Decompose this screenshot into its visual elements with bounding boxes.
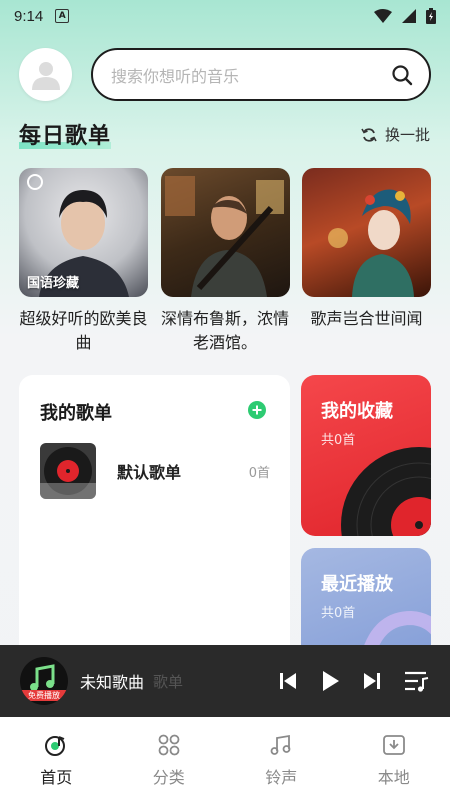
refresh-icon [361,127,377,142]
player-controls [278,670,430,692]
wifi-icon [374,9,392,23]
playlist-cover [160,168,290,297]
playlist-cover: 国语珍藏 [19,168,148,297]
nav-home[interactable]: 首页 [0,717,113,801]
nav-ringtone[interactable]: 铃声 [225,717,338,801]
refresh-button[interactable]: 换一批 [361,124,430,145]
status-icons [374,8,436,24]
local-download-icon [382,735,405,755]
player-song-title: 未知歌曲 [80,673,145,692]
avatar[interactable] [19,48,72,101]
play-icon[interactable] [320,670,340,692]
nav-label: 分类 [152,768,185,787]
bottom-nav: 首页 分类 铃声 本地 [0,717,450,801]
notification-badge: A [55,9,70,23]
home-music-icon [45,736,66,756]
my-playlists-title: 我的歌单 [40,403,112,424]
favorites-card[interactable]: 我的收藏 共0首 [301,375,431,536]
nav-label: 铃声 [265,768,298,787]
hidden-playlist-link: 歌单 [153,673,184,691]
status-bar: 9:14 A [0,0,450,32]
card-tag: 国语珍藏 [27,276,80,291]
default-playlist-cover [40,443,96,499]
playlist-card-title: 超级好听的欧美良曲 [19,309,148,352]
daily-cards: 国语珍藏 超级好听的欧美良曲 深情布鲁斯，浓情老酒馆。 歌声岂合世间闻 [19,168,431,355]
refresh-label: 换一批 [384,126,430,144]
playlist-count: 0首 [248,465,270,481]
previous-icon[interactable] [278,671,298,691]
battery-icon [426,8,436,24]
search-icon[interactable] [391,64,413,86]
player-cover-label: 免费播放 [20,690,68,701]
playlist-queue-icon[interactable] [404,670,430,692]
playlist-name: 默认歌单 [117,463,182,482]
category-grid-icon [158,734,180,756]
playlist-cover [302,168,431,297]
player-cover: 免费播放 [20,657,68,705]
playlist-card-title: 深情布鲁斯，浓情老酒馆。 [160,309,289,352]
nav-label: 首页 [40,768,73,787]
ringtone-note-icon [270,734,291,755]
next-icon[interactable] [362,671,382,691]
daily-playlist-title: 每日歌单 [19,118,112,150]
add-playlist-button[interactable] [248,401,266,419]
plus-icon [252,405,262,415]
nav-label: 本地 [377,768,410,787]
playlist-card[interactable]: 深情布鲁斯，浓情老酒馆。 [160,168,290,355]
nav-category[interactable]: 分类 [113,717,226,801]
signal-icon [402,9,416,23]
playlist-card[interactable]: 国语珍藏 超级好听的欧美良曲 [19,168,148,355]
search-bar[interactable]: 搜索你想听的音乐 [91,48,431,101]
vinyl-record-icon [341,447,431,536]
playlist-row[interactable]: 默认歌单 0首 [40,442,270,500]
user-icon [31,61,60,90]
my-playlists-panel: 我的歌单 默认歌单 0首 [19,375,290,675]
mini-player[interactable]: 歌单 免费播放 未知歌曲 [0,645,450,717]
platform-logo-icon [27,174,43,190]
playlist-card-title: 歌声岂合世间闻 [310,309,423,328]
nav-local[interactable]: 本地 [338,717,450,801]
search-input[interactable]: 搜索你想听的音乐 [111,63,391,87]
status-time: 9:14 [14,7,44,25]
playlist-card[interactable]: 歌声岂合世间闻 [302,168,431,355]
